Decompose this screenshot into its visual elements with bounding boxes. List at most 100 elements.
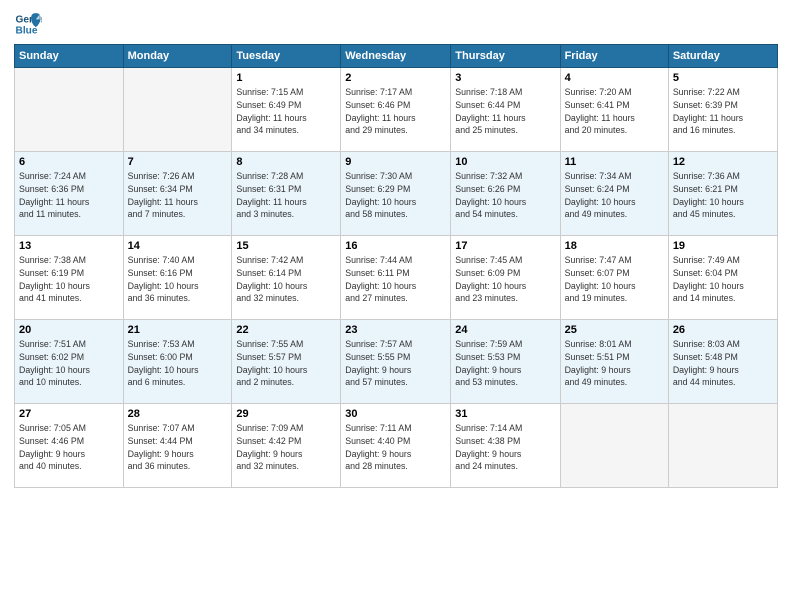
calendar-cell: 19 Sunrise: 7:49 AM Sunset: 6:04 PM Dayli… (668, 236, 777, 320)
day-number: 13 (19, 240, 119, 252)
calendar-cell: 6Sunrise: 7:24 AM Sunset: 6:36 PM Daylig… (15, 152, 124, 236)
weekday-header-friday: Friday (560, 45, 668, 68)
day-detail: Sunrise: 7:55 AM Sunset: 5:57 PM Dayligh… (236, 338, 336, 389)
logo: General Blue (14, 10, 46, 38)
calendar-cell (15, 68, 124, 152)
day-detail: Sunrise: 7:18 AM Sunset: 6:44 PM Dayligh… (455, 86, 555, 137)
calendar-body: 1Sunrise: 7:15 AM Sunset: 6:49 PM Daylig… (15, 68, 778, 488)
day-number: 10 (455, 156, 555, 168)
day-number: 30 (345, 408, 446, 420)
calendar-cell: 7 Sunrise: 7:26 AM Sunset: 6:34 PM Daylig… (123, 152, 232, 236)
day-number: 26 (673, 324, 773, 336)
calendar-cell: 2 Sunrise: 7:17 AM Sunset: 6:46 PM Daylig… (341, 68, 451, 152)
day-detail: Sunrise: 7:22 AM Sunset: 6:39 PM Dayligh… (673, 86, 773, 137)
day-detail: Sunrise: 7:07 AM Sunset: 4:44 PM Dayligh… (128, 422, 228, 473)
day-detail: Sunrise: 7:26 AM Sunset: 6:34 PM Dayligh… (128, 170, 228, 221)
day-number: 8 (236, 156, 336, 168)
calendar-cell: 5 Sunrise: 7:22 AM Sunset: 6:39 PM Daylig… (668, 68, 777, 152)
day-detail: Sunrise: 7:40 AM Sunset: 6:16 PM Dayligh… (128, 254, 228, 305)
calendar-cell (560, 404, 668, 488)
day-detail: Sunrise: 7:38 AM Sunset: 6:19 PM Dayligh… (19, 254, 119, 305)
calendar-cell: 9 Sunrise: 7:30 AM Sunset: 6:29 PM Daylig… (341, 152, 451, 236)
day-number: 29 (236, 408, 336, 420)
calendar-cell: 30 Sunrise: 7:11 AM Sunset: 4:40 PM Dayli… (341, 404, 451, 488)
day-number: 16 (345, 240, 446, 252)
calendar-cell: 23Sunrise: 7:57 AM Sunset: 5:55 PM Dayli… (341, 320, 451, 404)
svg-text:Blue: Blue (16, 25, 38, 36)
day-number: 5 (673, 72, 773, 84)
day-number: 21 (128, 324, 228, 336)
weekday-header-monday: Monday (123, 45, 232, 68)
day-detail: Sunrise: 7:14 AM Sunset: 4:38 PM Dayligh… (455, 422, 555, 473)
calendar-cell: 21 Sunrise: 7:53 AM Sunset: 6:00 PM Dayli… (123, 320, 232, 404)
calendar-cell: 13 Sunrise: 7:38 AM Sunset: 6:19 PM Dayli… (15, 236, 124, 320)
day-detail: Sunrise: 7:44 AM Sunset: 6:11 PM Dayligh… (345, 254, 446, 305)
header: General Blue (14, 10, 778, 38)
calendar-week-5: 27Sunrise: 7:05 AM Sunset: 4:46 PM Dayli… (15, 404, 778, 488)
calendar-week-2: 6Sunrise: 7:24 AM Sunset: 6:36 PM Daylig… (15, 152, 778, 236)
weekday-header-saturday: Saturday (668, 45, 777, 68)
calendar-cell: 28 Sunrise: 7:07 AM Sunset: 4:44 PM Dayli… (123, 404, 232, 488)
calendar-cell: 1Sunrise: 7:15 AM Sunset: 6:49 PM Daylig… (232, 68, 341, 152)
day-number: 7 (128, 156, 228, 168)
calendar-cell: 25 Sunrise: 8:01 AM Sunset: 5:51 PM Dayli… (560, 320, 668, 404)
calendar-cell: 8 Sunrise: 7:28 AM Sunset: 6:31 PM Daylig… (232, 152, 341, 236)
calendar-page: General Blue SundayMondayTuesdayWednesda… (0, 0, 792, 612)
day-detail: Sunrise: 7:53 AM Sunset: 6:00 PM Dayligh… (128, 338, 228, 389)
day-detail: Sunrise: 7:15 AM Sunset: 6:49 PM Dayligh… (236, 86, 336, 137)
day-detail: Sunrise: 7:42 AM Sunset: 6:14 PM Dayligh… (236, 254, 336, 305)
calendar-cell: 22Sunrise: 7:55 AM Sunset: 5:57 PM Dayli… (232, 320, 341, 404)
day-detail: Sunrise: 7:20 AM Sunset: 6:41 PM Dayligh… (565, 86, 664, 137)
day-detail: Sunrise: 7:49 AM Sunset: 6:04 PM Dayligh… (673, 254, 773, 305)
calendar-cell: 18 Sunrise: 7:47 AM Sunset: 6:07 PM Dayli… (560, 236, 668, 320)
calendar-cell: 15 Sunrise: 7:42 AM Sunset: 6:14 PM Dayli… (232, 236, 341, 320)
calendar-cell: 31 Sunrise: 7:14 AM Sunset: 4:38 PM Dayli… (451, 404, 560, 488)
day-number: 9 (345, 156, 446, 168)
calendar-cell: 20Sunrise: 7:51 AM Sunset: 6:02 PM Dayli… (15, 320, 124, 404)
day-detail: Sunrise: 7:11 AM Sunset: 4:40 PM Dayligh… (345, 422, 446, 473)
day-number: 27 (19, 408, 119, 420)
day-detail: Sunrise: 7:34 AM Sunset: 6:24 PM Dayligh… (565, 170, 664, 221)
calendar-cell: 11 Sunrise: 7:34 AM Sunset: 6:24 PM Dayli… (560, 152, 668, 236)
day-detail: Sunrise: 7:30 AM Sunset: 6:29 PM Dayligh… (345, 170, 446, 221)
day-detail: Sunrise: 8:03 AM Sunset: 5:48 PM Dayligh… (673, 338, 773, 389)
calendar-cell (123, 68, 232, 152)
weekday-header-wednesday: Wednesday (341, 45, 451, 68)
calendar-cell: 26 Sunrise: 8:03 AM Sunset: 5:48 PM Dayli… (668, 320, 777, 404)
calendar-cell: 14 Sunrise: 7:40 AM Sunset: 6:16 PM Dayli… (123, 236, 232, 320)
day-number: 25 (565, 324, 664, 336)
day-detail: Sunrise: 7:28 AM Sunset: 6:31 PM Dayligh… (236, 170, 336, 221)
calendar-cell: 16 Sunrise: 7:44 AM Sunset: 6:11 PM Dayli… (341, 236, 451, 320)
calendar-cell: 10 Sunrise: 7:32 AM Sunset: 6:26 PM Dayli… (451, 152, 560, 236)
calendar-week-3: 13 Sunrise: 7:38 AM Sunset: 6:19 PM Dayli… (15, 236, 778, 320)
day-detail: Sunrise: 8:01 AM Sunset: 5:51 PM Dayligh… (565, 338, 664, 389)
day-number: 6 (19, 156, 119, 168)
day-number: 20 (19, 324, 119, 336)
calendar-week-1: 1Sunrise: 7:15 AM Sunset: 6:49 PM Daylig… (15, 68, 778, 152)
calendar-cell: 3Sunrise: 7:18 AM Sunset: 6:44 PM Daylig… (451, 68, 560, 152)
day-detail: Sunrise: 7:17 AM Sunset: 6:46 PM Dayligh… (345, 86, 446, 137)
day-number: 19 (673, 240, 773, 252)
calendar-week-4: 20Sunrise: 7:51 AM Sunset: 6:02 PM Dayli… (15, 320, 778, 404)
day-detail: Sunrise: 7:57 AM Sunset: 5:55 PM Dayligh… (345, 338, 446, 389)
day-detail: Sunrise: 7:47 AM Sunset: 6:07 PM Dayligh… (565, 254, 664, 305)
day-number: 31 (455, 408, 555, 420)
day-detail: Sunrise: 7:36 AM Sunset: 6:21 PM Dayligh… (673, 170, 773, 221)
day-number: 15 (236, 240, 336, 252)
calendar-cell: 4Sunrise: 7:20 AM Sunset: 6:41 PM Daylig… (560, 68, 668, 152)
day-number: 11 (565, 156, 664, 168)
calendar-cell (668, 404, 777, 488)
day-number: 18 (565, 240, 664, 252)
day-number: 14 (128, 240, 228, 252)
day-number: 12 (673, 156, 773, 168)
calendar-cell: 24Sunrise: 7:59 AM Sunset: 5:53 PM Dayli… (451, 320, 560, 404)
calendar-cell: 27Sunrise: 7:05 AM Sunset: 4:46 PM Dayli… (15, 404, 124, 488)
day-detail: Sunrise: 7:09 AM Sunset: 4:42 PM Dayligh… (236, 422, 336, 473)
calendar-header: SundayMondayTuesdayWednesdayThursdayFrid… (15, 45, 778, 68)
weekday-header-tuesday: Tuesday (232, 45, 341, 68)
day-number: 24 (455, 324, 555, 336)
day-number: 2 (345, 72, 446, 84)
calendar-cell: 17Sunrise: 7:45 AM Sunset: 6:09 PM Dayli… (451, 236, 560, 320)
day-number: 28 (128, 408, 228, 420)
day-detail: Sunrise: 7:32 AM Sunset: 6:26 PM Dayligh… (455, 170, 555, 221)
